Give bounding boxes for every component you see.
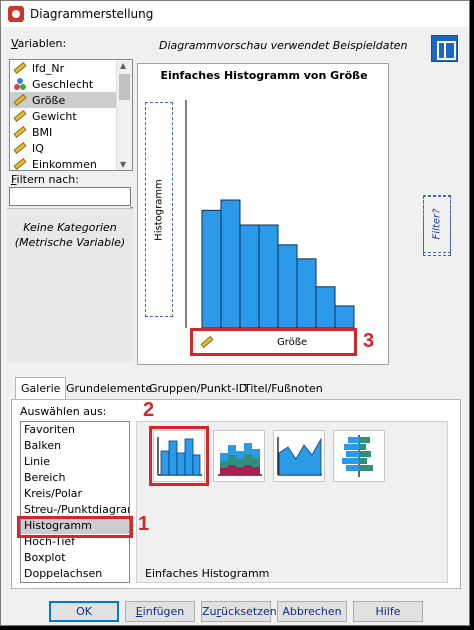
annotation-3: 3: [363, 330, 375, 352]
y-axis-dropzone[interactable]: Histogramm: [145, 102, 173, 317]
variable-items: lfd_Nr Geschlecht Größe Gewicht BMI IQ Einkomm…: [10, 60, 132, 171]
chart-type-items: Favoriten Balken Linie Bereich Kreis/Polar St…: [21, 422, 129, 582]
histogram-bar: [258, 224, 279, 328]
dock-panel-icon[interactable]: [431, 35, 458, 62]
y-axis-dropzone-label: Histogramm: [153, 178, 165, 241]
window-title: Diagrammerstellung: [30, 7, 154, 21]
ruler-icon: [13, 142, 27, 154]
variable-list-scrollbar[interactable]: ▲ ▼: [116, 60, 132, 170]
histogram-bar: [334, 305, 355, 328]
filter-input[interactable]: [9, 187, 131, 206]
chart-type-list[interactable]: Favoriten Balken Linie Bereich Kreis/Polar St…: [20, 421, 130, 583]
nominal-icon: [14, 78, 26, 90]
scroll-up-icon[interactable]: ▲: [120, 61, 126, 70]
histogram-bar: [220, 199, 241, 328]
ruler-icon: [13, 62, 27, 74]
histogram-bar: [296, 258, 317, 328]
ruler-icon: [13, 158, 27, 170]
x-axis-dropzone[interactable]: Größe: [190, 328, 357, 356]
variable-item-label: BMI: [32, 125, 53, 139]
frequency-polygon-icon: [277, 437, 322, 476]
chart-type-item[interactable]: Favoriten: [21, 422, 129, 438]
preview-chart-title: Einfaches Histogramm von Größe: [160, 69, 368, 82]
variable-item[interactable]: Größe: [10, 92, 132, 108]
variable-item[interactable]: Einkommen: [10, 156, 132, 171]
gallery-thumbnail-area: Einfaches Histogramm: [136, 421, 448, 583]
chart-type-item[interactable]: Balken: [21, 438, 129, 454]
cancel-button[interactable]: Abbrechen: [277, 601, 347, 622]
selected-type-frame: [17, 516, 133, 538]
filter-dropzone-label: Filter?: [431, 208, 443, 240]
variables-label: Variablen:: [11, 37, 67, 50]
ruler-icon: [200, 336, 214, 348]
category-info-line2: (Metrische Variable): [14, 236, 126, 249]
scrollbar-thumb[interactable]: [119, 74, 130, 100]
simple-histogram-thumbnail[interactable]: [153, 430, 205, 482]
annotation-1: 1: [138, 513, 150, 535]
gallery-panel: Auswählen aus: Favoriten Balken Linie Berei…: [11, 399, 461, 589]
selected-chart-name: Einfaches Histogramm: [145, 567, 270, 580]
variable-item-label: IQ: [32, 141, 44, 155]
variable-item[interactable]: BMI: [10, 124, 132, 140]
variable-item-label: Geschlecht: [32, 77, 94, 91]
scroll-down-icon[interactable]: ▼: [120, 160, 126, 169]
reset-button[interactable]: Zurücksetzen: [201, 601, 277, 622]
variable-item[interactable]: Geschlecht: [10, 76, 132, 92]
tab-titles-footnotes[interactable]: Titel/Fußnoten: [239, 377, 328, 399]
chart-builder-window: Diagrammerstellung Variablen: Diagrammvo…: [0, 0, 470, 626]
tab-groups-point-id[interactable]: Gruppen/Punkt-ID: [144, 377, 252, 399]
histogram-bar: [315, 286, 336, 328]
ruler-icon: [13, 94, 27, 106]
filter-label: Filtern nach:: [11, 173, 79, 186]
choose-from-label: Auswählen aus:: [20, 405, 107, 418]
stacked-histogram-thumbnail[interactable]: [213, 430, 265, 482]
frequency-polygon-thumbnail[interactable]: [273, 430, 325, 482]
chart-type-item[interactable]: Boxplot: [21, 550, 129, 566]
variable-item-label: Einkommen: [32, 157, 97, 171]
chart-type-item[interactable]: Doppelachsen: [21, 566, 129, 582]
x-axis-variable-label: Größe: [277, 336, 308, 348]
histogram-bar: [201, 209, 222, 328]
variable-item[interactable]: IQ: [10, 140, 132, 156]
variable-item[interactable]: lfd_Nr: [10, 60, 132, 76]
population-pyramid-thumbnail[interactable]: [333, 430, 385, 482]
histogram-preview: [185, 100, 355, 328]
help-button[interactable]: Hilfe: [353, 601, 423, 622]
chart-preview-canvas[interactable]: Einfaches Histogramm von Größe Histogram…: [137, 63, 451, 365]
variable-item-label: Größe: [32, 93, 66, 107]
variable-item[interactable]: Gewicht: [10, 108, 132, 124]
variable-item-label: lfd_Nr: [32, 61, 65, 75]
filter-dropzone[interactable]: Filter?: [423, 195, 451, 253]
simple-histogram-icon: [157, 437, 202, 476]
ok-button[interactable]: OK: [49, 601, 119, 622]
preview-note: Diagrammvorschau verwendet Beispieldaten: [159, 39, 408, 52]
tab-basic-elements[interactable]: Grundelemente: [61, 377, 157, 399]
stacked-histogram-icon: [218, 443, 262, 476]
ruler-icon: [13, 126, 27, 138]
histogram-bar: [239, 224, 260, 328]
histogram-bar: [277, 244, 298, 328]
tab-gallery[interactable]: Galerie: [15, 377, 67, 399]
chart-type-item[interactable]: Kreis/Polar: [21, 486, 129, 502]
category-info: Keine Kategorien (Metrische Variable): [7, 208, 133, 362]
chart-type-item[interactable]: Linie: [21, 454, 129, 470]
annotation-2: 2: [143, 399, 155, 421]
paste-button[interactable]: Einfügen: [125, 601, 195, 622]
variable-list[interactable]: lfd_Nr Geschlecht Größe Gewicht BMI IQ Einkomm…: [9, 59, 133, 171]
category-info-line1: Keine Kategorien: [23, 221, 117, 234]
ruler-icon: [13, 110, 27, 122]
app-icon: [8, 6, 24, 22]
variable-item-label: Gewicht: [32, 109, 77, 123]
title-bar[interactable]: Diagrammerstellung: [1, 1, 469, 27]
population-pyramid-icon: [342, 435, 373, 477]
chart-type-item[interactable]: Bereich: [21, 470, 129, 486]
